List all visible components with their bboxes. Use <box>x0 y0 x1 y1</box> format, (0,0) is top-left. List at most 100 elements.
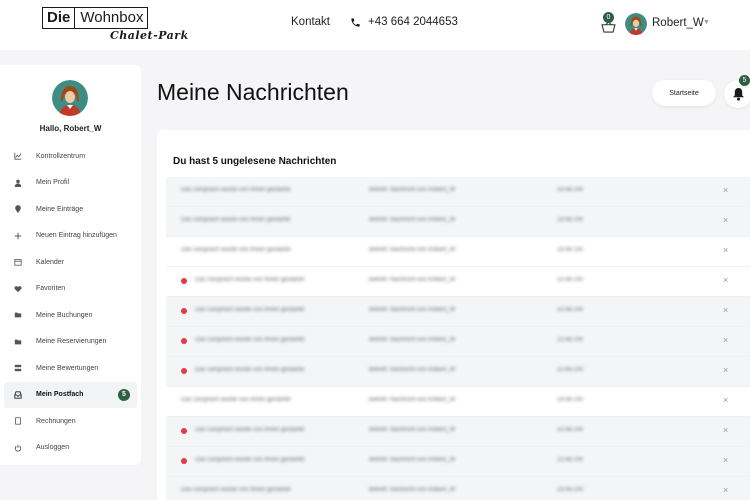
sidebar-item-label: Kalender <box>36 258 65 266</box>
logo-box: Die Wohnbox <box>42 7 149 29</box>
message-time: 10:48 Uhr <box>557 457 584 463</box>
avatar-image <box>625 13 647 35</box>
sidebar-item-label: Meine Reservierungen <box>36 338 107 346</box>
inbox-icon <box>14 391 22 399</box>
chevron-down-icon[interactable]: ▼ <box>703 19 710 26</box>
logo-wohnbox: Wohnbox <box>80 9 144 26</box>
message-time: 10:48 Uhr <box>557 427 584 433</box>
message-subject: Das Gespräch wurde von Ihnen gestartet <box>195 307 305 313</box>
messages-heading: Du hast 5 ungelesene Nachrichten <box>173 156 337 167</box>
bell-icon <box>732 87 745 101</box>
reviews-icon <box>14 364 22 372</box>
sidebar-item-profil[interactable]: Mein Profil <box>4 170 137 197</box>
sidebar: Hallo, Robert_W Kontrollzentrum Mein Pro… <box>0 65 141 465</box>
sidebar-item-rechnungen[interactable]: Rechnungen <box>4 408 137 435</box>
message-subject: Das Gespräch wurde von Ihnen gestartet <box>181 187 291 193</box>
logo-die: Die <box>43 8 76 28</box>
close-icon[interactable]: × <box>723 275 728 285</box>
message-title: Betreff: Nachricht von Robert_W <box>369 337 456 343</box>
header-avatar[interactable] <box>625 13 647 35</box>
notification-count-badge: 5 <box>739 75 750 86</box>
sidebar-item-ausloggen[interactable]: Ausloggen <box>4 435 137 462</box>
heart-icon <box>14 285 22 293</box>
message-subject: Das Gespräch wurde von Ihnen gestartet <box>181 217 291 223</box>
sidebar-item-postfach[interactable]: Mein Postfach 5 <box>4 381 137 408</box>
message-row[interactable]: Das Gespräch wurde von Ihnen gestartet Be… <box>166 207 750 237</box>
sidebar-item-reservierungen[interactable]: Meine Reservierungen <box>4 329 137 356</box>
message-row[interactable]: Das Gespräch wurde von Ihnen gestartet Be… <box>166 267 750 297</box>
sidebar-item-label: Favoriten <box>36 285 66 293</box>
message-row[interactable]: Das Gespräch wurde von Ihnen gestartet Be… <box>166 297 750 327</box>
close-icon[interactable]: × <box>723 215 728 225</box>
message-subject: Das Gespräch wurde von Ihnen gestartet <box>195 337 305 343</box>
message-time: 19:48 Uhr <box>557 217 584 223</box>
close-icon[interactable]: × <box>723 455 728 465</box>
chart-icon <box>14 152 22 160</box>
sidebar-item-label: Kontrollzentrum <box>36 152 86 160</box>
invoice-icon <box>14 417 22 425</box>
sidebar-item-label: Meine Buchungen <box>36 311 93 319</box>
close-icon[interactable]: × <box>723 185 728 195</box>
close-icon[interactable]: × <box>723 245 728 255</box>
message-time: 19:48 Uhr <box>557 187 584 193</box>
message-time: 10:48 Uhr <box>557 307 584 313</box>
power-icon <box>14 444 22 452</box>
sidebar-item-label: Mein Postfach <box>36 391 84 399</box>
sidebar-item-buchungen[interactable]: Meine Buchungen <box>4 302 137 329</box>
message-subject: Das Gespräch wurde von Ihnen gestartet <box>181 247 291 253</box>
calendar-icon <box>14 258 22 266</box>
message-title: Betreff: Nachricht von Robert_W <box>369 367 456 373</box>
header-username[interactable]: Robert_W <box>652 17 704 29</box>
startseite-button[interactable]: Startseite <box>652 80 716 106</box>
sidebar-item-favoriten[interactable]: Favoriten <box>4 276 137 303</box>
sidebar-item-label: Neuen Eintrag hinzufügen <box>36 232 117 240</box>
phone-icon <box>351 17 360 27</box>
message-row[interactable]: Das Gespräch wurde von Ihnen gestartet Be… <box>166 237 750 267</box>
close-icon[interactable]: × <box>723 365 728 375</box>
nav-phone-link[interactable]: +43 664 2044653 <box>350 16 458 28</box>
close-icon[interactable]: × <box>723 335 728 345</box>
message-title: Betreff: Nachricht von Robert_W <box>369 277 456 283</box>
message-time: 10:48 Uhr <box>557 337 584 343</box>
close-icon[interactable]: × <box>723 305 728 315</box>
logo[interactable]: Die Wohnbox Chalet-Park <box>42 7 188 45</box>
sidebar-item-bewertungen[interactable]: Meine Bewertungen <box>4 355 137 382</box>
unread-dot-icon <box>181 428 187 434</box>
sidebar-item-label: Rechnungen <box>36 417 76 425</box>
close-icon[interactable]: × <box>723 425 728 435</box>
sidebar-item-kontrollzentrum[interactable]: Kontrollzentrum <box>4 143 137 170</box>
sidebar-item-label: Mein Profil <box>36 179 70 187</box>
sidebar-item-eintraege[interactable]: Meine Einträge <box>4 196 137 223</box>
message-subject: Das Gespräch wurde von Ihnen gestartet <box>195 457 305 463</box>
sidebar-item-label: Meine Bewertungen <box>36 364 99 372</box>
sidebar-item-kalender[interactable]: Kalender <box>4 249 137 276</box>
nav-kontakt-link[interactable]: Kontakt <box>291 16 330 28</box>
unread-dot-icon <box>181 308 187 314</box>
message-row[interactable]: Das Gespräch wurde von Ihnen gestartet Be… <box>166 447 750 477</box>
cart-button[interactable]: 0 <box>600 12 618 35</box>
message-row[interactable]: Das Gespräch wurde von Ihnen gestartet Be… <box>166 417 750 447</box>
basket-icon <box>601 22 616 33</box>
sidebar-greeting: Hallo, Robert_W <box>39 124 102 133</box>
plus-icon <box>14 232 22 240</box>
folder-open-icon <box>14 311 22 319</box>
close-icon[interactable]: × <box>723 485 728 495</box>
message-row[interactable]: Das Gespräch wurde von Ihnen gestartet Be… <box>166 387 750 417</box>
message-subject: Das Gespräch wurde von Ihnen gestartet <box>195 427 305 433</box>
message-row[interactable]: Das Gespräch wurde von Ihnen gestartet Be… <box>166 357 750 387</box>
message-time: 19:48 Uhr <box>557 247 584 253</box>
header: Die Wohnbox Chalet-Park Kontakt +43 664 … <box>0 0 750 50</box>
messages-list: Das Gespräch wurde von Ihnen gestartet Be… <box>166 177 750 500</box>
message-row[interactable]: Das Gespräch wurde von Ihnen gestartet Be… <box>166 327 750 357</box>
close-icon[interactable]: × <box>723 395 728 405</box>
message-time: 19:48 Uhr <box>557 397 584 403</box>
message-title: Betreff: Nachricht von Robert_W <box>369 307 456 313</box>
unread-dot-icon <box>181 338 187 344</box>
message-row[interactable]: Das Gespräch wurde von Ihnen gestartet Be… <box>166 477 750 500</box>
unread-dot-icon <box>181 278 187 284</box>
avatar-image <box>52 80 88 116</box>
message-title: Betreff: Nachricht von Robert_W <box>369 247 456 253</box>
sidebar-item-label: Meine Einträge <box>36 205 84 213</box>
sidebar-item-neuer-eintrag[interactable]: Neuen Eintrag hinzufügen <box>4 223 137 250</box>
message-row[interactable]: Das Gespräch wurde von Ihnen gestartet Be… <box>166 177 750 207</box>
